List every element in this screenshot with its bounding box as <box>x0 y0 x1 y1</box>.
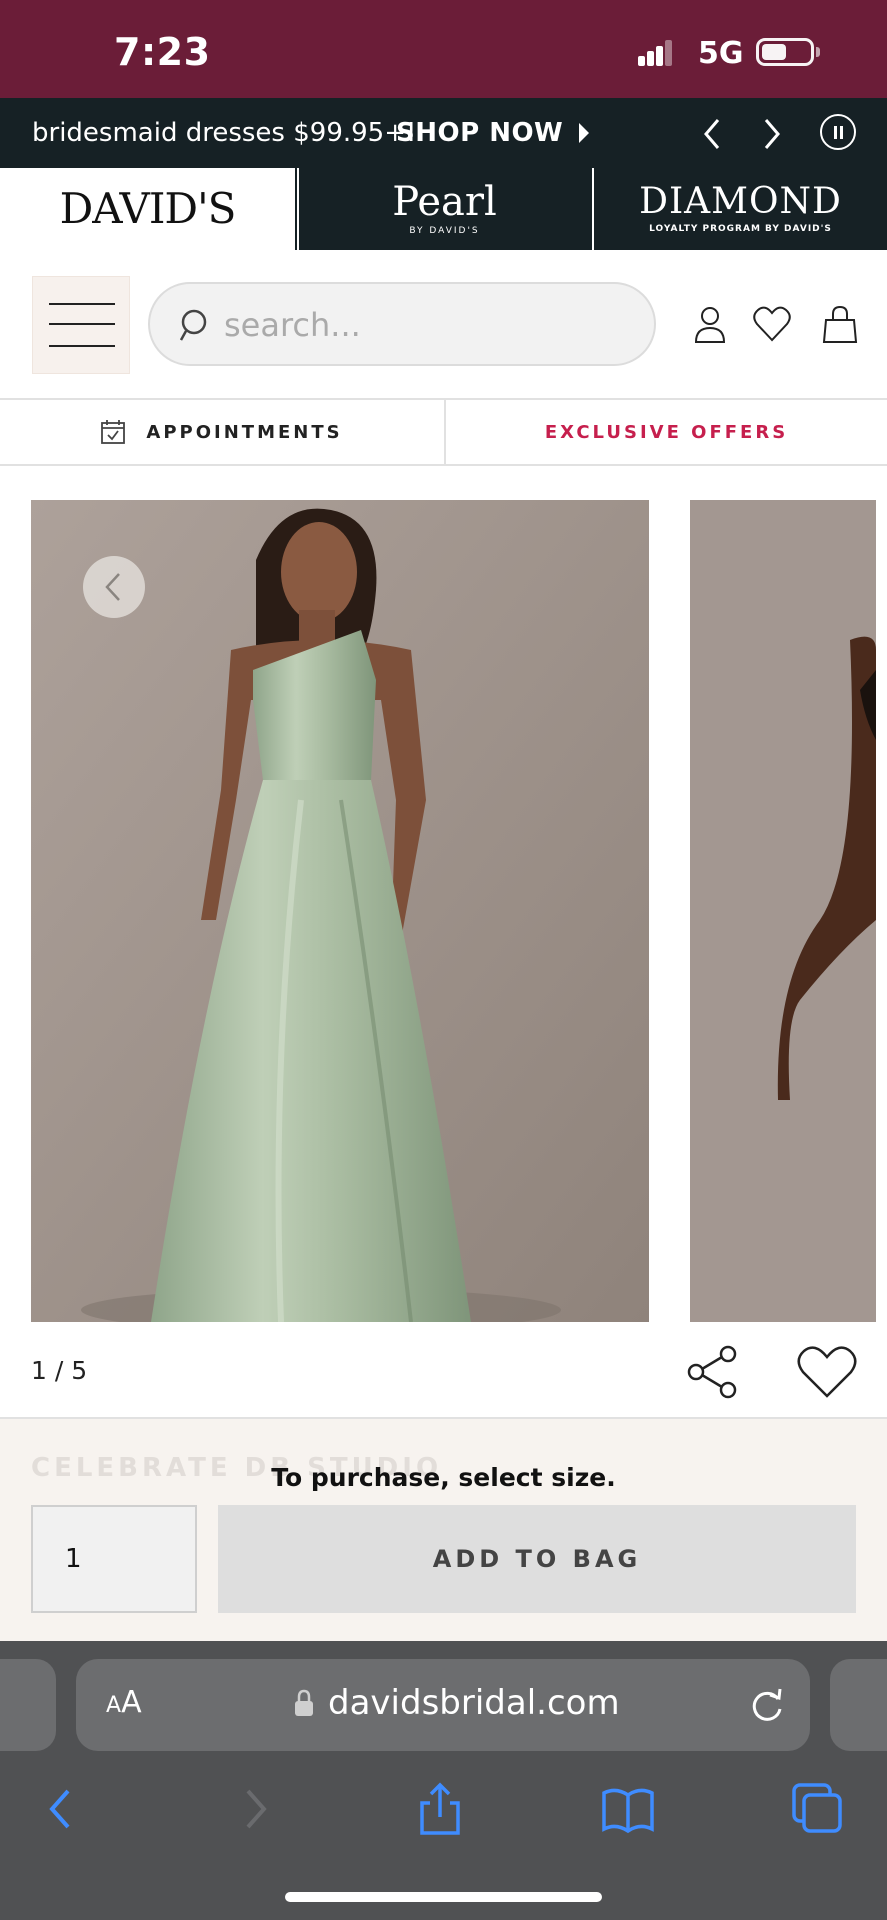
status-time: 7:23 <box>114 30 211 74</box>
promo-banner: bridesmaid dresses $99.95+! SHOP NOW <box>0 98 887 168</box>
appointments-label: APPOINTMENTS <box>146 421 343 443</box>
battery-tip <box>816 47 820 57</box>
status-bar: 7:23 5G <box>0 0 887 98</box>
search-icon <box>180 309 207 341</box>
search-input[interactable] <box>224 302 624 348</box>
tab-diamond[interactable]: DIAMOND LOYALTY PROGRAM BY DAVID'S <box>592 168 887 250</box>
exclusive-offers-link[interactable]: EXCLUSIVE OFFERS <box>444 400 887 464</box>
battery-icon <box>756 38 814 66</box>
network-label: 5G <box>698 36 744 71</box>
site-header <box>0 250 887 400</box>
chevron-left-icon <box>704 119 720 149</box>
search-box[interactable] <box>148 282 656 366</box>
shop-now-link[interactable]: SHOP NOW <box>396 118 590 148</box>
pearl-logo: Pearl <box>392 179 497 225</box>
reload-icon[interactable] <box>748 1685 786 1725</box>
previous-tab-stub[interactable] <box>0 1659 56 1751</box>
pause-icon[interactable] <box>820 114 856 150</box>
promo-text: bridesmaid dresses $99.95+! <box>32 118 417 148</box>
share-icon[interactable] <box>686 1344 740 1400</box>
shop-now-label: SHOP NOW <box>396 118 564 148</box>
home-indicator <box>285 1892 602 1902</box>
signal-icon <box>638 40 672 66</box>
pearl-sub: BY DAVID'S <box>409 226 480 236</box>
play-triangle-icon <box>579 123 590 143</box>
quantity-field[interactable] <box>31 1505 197 1613</box>
image-counter: 1 / 5 <box>31 1356 88 1385</box>
purchase-hint: To purchase, select size. <box>271 1463 616 1492</box>
lock-icon <box>295 1689 313 1716</box>
share-sheet-icon[interactable] <box>412 1781 468 1837</box>
tabs-icon[interactable] <box>790 1781 846 1837</box>
next-product-photo <box>690 500 876 1322</box>
bookmarks-icon[interactable] <box>600 1781 656 1837</box>
hamburger-menu-icon <box>49 303 115 305</box>
next-tab-stub[interactable] <box>830 1659 887 1751</box>
promo-prev-button[interactable] <box>690 112 734 156</box>
chevron-right-icon <box>764 119 780 149</box>
gallery-prev-button[interactable] <box>83 556 145 618</box>
heart-icon[interactable] <box>752 304 792 344</box>
davids-logo: DAVID'S <box>59 184 237 233</box>
calendar-icon <box>101 420 126 444</box>
safari-toolbar: AA davidsbridal.com <box>0 1641 887 1920</box>
product-photo <box>31 500 649 1322</box>
back-icon[interactable] <box>34 1781 90 1837</box>
appointments-link[interactable]: APPOINTMENTS <box>0 400 443 464</box>
url-text: davidsbridal.com <box>328 1683 620 1723</box>
menu-button[interactable] <box>32 276 130 374</box>
account-icon[interactable] <box>690 304 730 344</box>
chevron-left-icon <box>105 573 120 601</box>
purchase-panel: CELEBRATE DB STUDIO To purchase, select … <box>0 1417 887 1641</box>
aa-big: A <box>121 1685 142 1720</box>
product-gallery: 1 / 5 <box>0 466 887 1416</box>
nav-bar: APPOINTMENTS EXCLUSIVE OFFERS <box>0 400 887 466</box>
offers-label: EXCLUSIVE OFFERS <box>544 421 789 443</box>
add-to-bag-button[interactable]: ADD TO BAG <box>218 1505 856 1613</box>
url-bar[interactable]: AA davidsbridal.com <box>76 1659 810 1751</box>
forward-icon <box>246 1789 267 1829</box>
product-image[interactable] <box>31 500 649 1322</box>
promo-next-button[interactable] <box>750 112 794 156</box>
reader-settings-button[interactable]: AA <box>106 1685 142 1720</box>
shopping-bag-icon[interactable] <box>820 304 860 344</box>
diamond-sub: LOYALTY PROGRAM BY DAVID'S <box>649 224 832 234</box>
tab-pearl[interactable]: Pearl BY DAVID'S <box>297 168 590 250</box>
diamond-logo: DIAMOND <box>639 181 842 222</box>
brand-tabs: DAVID'S Pearl BY DAVID'S DIAMOND LOYALTY… <box>0 168 887 250</box>
tab-davids[interactable]: DAVID'S <box>0 168 295 250</box>
heart-icon[interactable] <box>796 1344 858 1400</box>
aa-small: A <box>106 1693 122 1718</box>
next-product-image[interactable] <box>690 500 876 1322</box>
